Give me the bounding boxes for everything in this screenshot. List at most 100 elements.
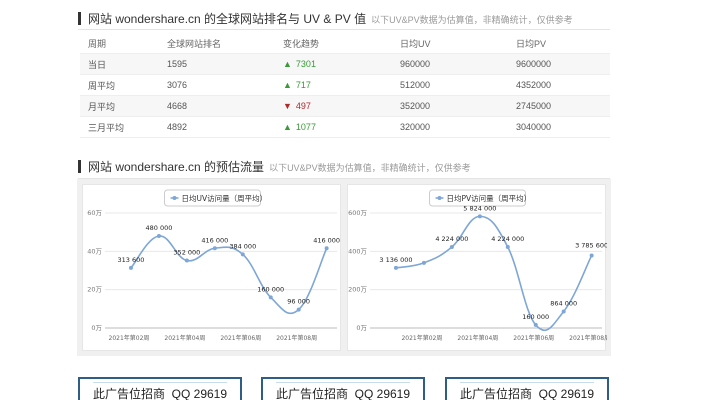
data-label: 3 136 000 xyxy=(379,256,412,264)
data-label: 416 000 xyxy=(313,236,340,244)
table-header-row: 周期 全球网站排名 变化趋势 日均UV 日均PV xyxy=(80,33,610,54)
data-point xyxy=(296,307,301,312)
data-label: 313 600 xyxy=(118,256,145,264)
cell-change: 1077 xyxy=(295,122,316,132)
data-label: 4 224 000 xyxy=(435,235,468,243)
cell-period: 周平均 xyxy=(88,80,116,91)
legend-marker xyxy=(172,196,177,200)
section-divider xyxy=(78,178,610,179)
x-tick-label: 2021年第06周 xyxy=(220,334,261,342)
ad-slot[interactable]: 此广告位招商 QQ 29619 xyxy=(261,377,425,400)
rank-section-note: 以下UV&PV数据为估算值，非精确统计，仅供参考 xyxy=(371,15,573,25)
rank-section-title: 网站 wondershare.cn 的全球网站排名与 UV & PV 值 xyxy=(88,12,367,26)
cell-rank: 4892 xyxy=(167,122,188,132)
x-tick-label: 2021年第08周 xyxy=(569,334,607,342)
data-point xyxy=(561,309,566,314)
cell-trend: ▲ 1077 xyxy=(283,122,400,132)
ad-label: 此广告位招商 xyxy=(459,387,532,400)
traffic-section-header: 网站 wondershare.cn 的预估流量 以下UV&PV数据为估算值，非精… xyxy=(78,158,471,175)
data-point xyxy=(421,260,426,265)
legend-label: 日均PV访问量（周平均） xyxy=(447,193,532,203)
column-header-rank: 全球网站排名 xyxy=(167,38,222,49)
cell-pv: 9600000 xyxy=(516,59,552,69)
cell-rank: 3076 xyxy=(167,80,188,90)
cell-trend: ▼ 497 xyxy=(283,101,400,111)
data-label: 4 224 000 xyxy=(491,235,524,243)
table-row: 月平均 4668 ▼ 497 352000 2745000 xyxy=(80,96,610,117)
y-tick-label: 0万 xyxy=(356,324,367,332)
cell-change: 497 xyxy=(295,101,311,111)
y-tick-label: 40万 xyxy=(87,247,102,255)
data-point xyxy=(449,245,454,250)
data-point xyxy=(533,322,538,327)
data-point xyxy=(212,246,217,251)
cell-pv: 3040000 xyxy=(516,122,552,132)
ad-text: 此广告位招商 QQ 29619 xyxy=(459,382,595,400)
x-tick-label: 2021年第04周 xyxy=(164,334,205,342)
data-point xyxy=(128,265,133,270)
ad-qq: QQ 29619 xyxy=(171,387,228,400)
data-point xyxy=(268,295,273,300)
data-point xyxy=(324,246,329,251)
x-tick-label: 2021年第08周 xyxy=(276,334,317,342)
data-point xyxy=(184,258,189,263)
y-tick-label: 200万 xyxy=(348,286,367,294)
traffic-section-note: 以下UV&PV数据为估算值，非精确统计，仅供参考 xyxy=(269,163,471,173)
data-label: 416 000 xyxy=(201,236,228,244)
column-header-trend: 变化趋势 xyxy=(283,38,320,49)
cell-period: 月平均 xyxy=(88,101,116,112)
cell-uv: 320000 xyxy=(400,122,431,132)
section-marker xyxy=(78,12,81,25)
ad-slot[interactable]: 此广告位招商 QQ 29619 xyxy=(445,377,609,400)
column-header-uv: 日均UV xyxy=(400,38,431,49)
cell-pv: 2745000 xyxy=(516,101,552,111)
ad-label: 此广告位招商 xyxy=(92,387,165,400)
cell-change: 7301 xyxy=(295,59,316,69)
cell-rank: 1595 xyxy=(167,59,188,69)
ad-qq: QQ 29619 xyxy=(354,387,411,400)
column-header-pv: 日均PV xyxy=(516,38,547,49)
chart-svg: 日均UV访问量（周平均） 0万 20万 40万 60万 2021年第02周 2021年第04… xyxy=(87,189,340,342)
rank-section-header: 网站 wondershare.cn 的全球网站排名与 UV & PV 值 以下U… xyxy=(78,10,573,27)
data-label: 480 000 xyxy=(145,224,172,232)
x-tick-label: 2021年第04周 xyxy=(457,334,498,342)
y-tick-label: 60万 xyxy=(87,209,102,217)
arrow-up-icon: ▲ xyxy=(283,80,292,90)
cell-pv: 4352000 xyxy=(516,80,552,90)
data-label: 3 785 600 xyxy=(575,241,607,249)
cell-period: 当日 xyxy=(88,59,107,70)
cell-rank: 4668 xyxy=(167,101,188,111)
cell-period: 三月平均 xyxy=(88,122,125,133)
cell-trend: ▲ 7301 xyxy=(283,59,400,69)
section-divider xyxy=(78,29,610,30)
data-label: 160 000 xyxy=(257,285,284,293)
y-tick-label: 20万 xyxy=(87,286,102,294)
column-header-period: 周期 xyxy=(88,38,107,49)
y-tick-label: 0万 xyxy=(91,324,102,332)
data-point xyxy=(240,252,245,257)
data-point xyxy=(505,245,510,250)
uv-chart: 日均UV访问量（周平均） 0万 20万 40万 60万 2021年第02周 2021年第04… xyxy=(82,184,341,351)
ad-label: 此广告位招商 xyxy=(275,387,348,400)
legend-marker xyxy=(437,196,442,200)
x-tick-label: 2021年第06周 xyxy=(513,334,554,342)
y-tick-label: 400万 xyxy=(348,247,367,255)
cell-uv: 512000 xyxy=(400,80,431,90)
data-label: 160 000 xyxy=(522,313,549,321)
arrow-up-icon: ▲ xyxy=(283,122,292,132)
cell-uv: 960000 xyxy=(400,59,431,69)
rank-table: 周期 全球网站排名 变化趋势 日均UV 日均PV 当日 1595 ▲ 7301 9… xyxy=(80,33,610,138)
cell-change: 717 xyxy=(295,80,311,90)
x-tick-label: 2021年第02周 xyxy=(401,334,442,342)
y-tick-label: 600万 xyxy=(348,209,367,217)
ad-slot[interactable]: 此广告位招商 QQ 29619 xyxy=(78,377,242,400)
chart-svg: 日均PV访问量（周平均） 0万 200万 400万 600万 2021年第02周 2021年… xyxy=(348,189,607,342)
cell-trend: ▲ 717 xyxy=(283,80,400,90)
table-row: 周平均 3076 ▲ 717 512000 4352000 xyxy=(80,75,610,96)
data-point xyxy=(393,265,398,270)
data-label: 384 000 xyxy=(229,242,256,250)
section-marker xyxy=(78,160,81,173)
data-point xyxy=(477,214,482,219)
arrow-up-icon: ▲ xyxy=(283,59,292,69)
chart-legend: 日均UV访问量（周平均） xyxy=(164,189,267,207)
